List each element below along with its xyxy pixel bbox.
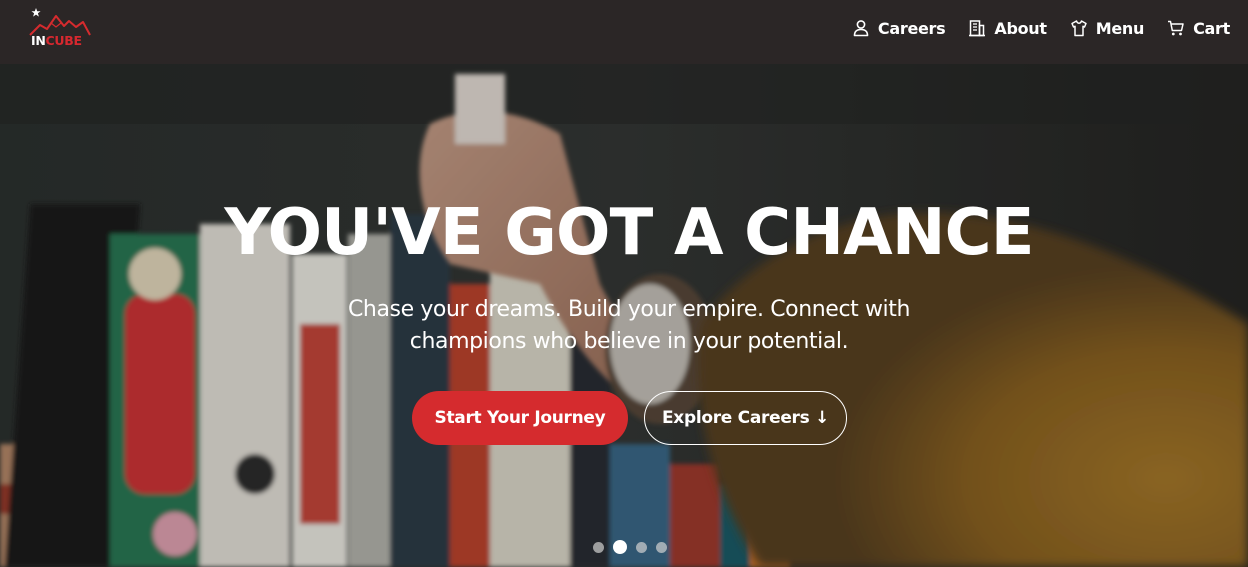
page: INCUBE Careers About Menu Cart YOU'VE GO… [0,0,1248,567]
nav-item-menu[interactable]: Menu [1070,19,1144,38]
nav-label-cart: Cart [1193,18,1230,38]
nav-item-cart[interactable]: Cart [1167,19,1230,38]
building-icon [969,20,986,37]
logo-text-white: IN [31,33,46,48]
logo-text-red: CUBE [45,33,83,48]
start-journey-button[interactable]: Start Your Journey [412,391,628,445]
carousel-dot-4[interactable] [656,541,667,553]
main-nav: Careers About Menu Cart [829,0,1230,56]
user-icon [853,20,869,37]
nav-item-about[interactable]: About [968,18,1047,38]
cart-icon [1168,20,1184,36]
carousel-dot-1[interactable] [593,541,604,553]
nav-label-careers: Careers [877,18,946,38]
nav-label-about: About [994,18,1047,38]
hero-subtitle: Chase your dreams. Build your empire. Co… [347,297,911,354]
incube-logo[interactable]: INCUBE [28,6,92,52]
nav-item-careers[interactable]: Careers [852,18,946,38]
shirt-icon [1071,20,1087,37]
carousel-dots [593,540,676,554]
explore-careers-button[interactable]: Explore Careers ↓ [644,391,847,445]
top-navbar: INCUBE Careers About Menu Cart [0,0,1248,64]
nav-label-menu: Menu [1095,18,1145,38]
carousel-dot-2[interactable] [613,540,627,554]
hero-title: YOU'VE GOT A CHANCE [224,196,1034,270]
hero-section: YOU'VE GOT A CHANCE Chase your dreams. B… [0,64,1248,567]
logo-wordmark: INCUBE [31,33,83,48]
carousel-dot-3[interactable] [636,541,647,553]
